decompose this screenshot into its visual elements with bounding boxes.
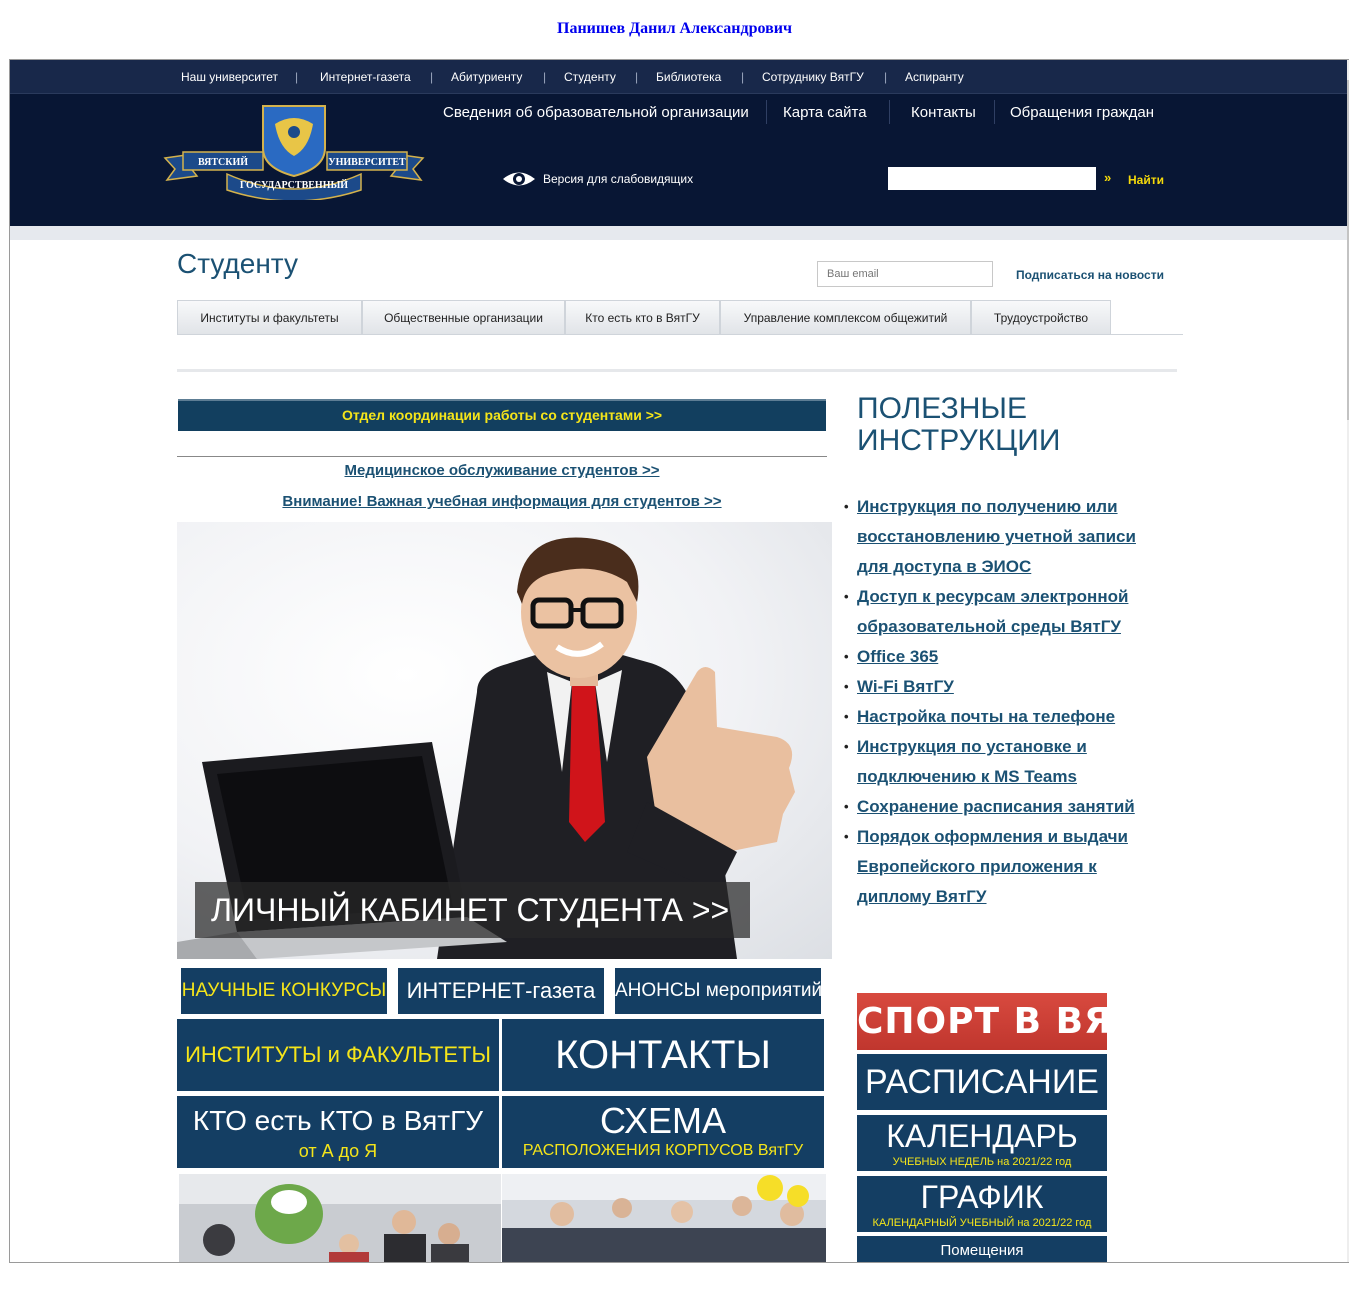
instructions-title-line: ИНСТРУКЦИИ (857, 424, 1061, 457)
tab-employment[interactable]: Трудоустройство (971, 300, 1111, 334)
list-item: Доступ к ресурсам электроннойобразовател… (844, 582, 1167, 642)
tab-dormitories[interactable]: Управление комплексом общежитий (720, 300, 971, 334)
student-account-banner[interactable]: ЛИЧНЫЙ КАБИНЕТ СТУДЕНТА >> (177, 522, 832, 959)
schedule-banner[interactable]: РАСПИСАНИЕ (857, 1054, 1107, 1110)
study-schedule-banner[interactable]: ГРАФИК КАЛЕНДАРНЫЙ УЧЕБНЫЙ на 2021/22 го… (857, 1176, 1107, 1232)
search-arrow-icon: » (1104, 170, 1112, 185)
topnav-separator: | (884, 70, 888, 84)
list-item: Office 365 (844, 642, 1167, 672)
logo-text-vyatsky: ВЯТСКИЙ (198, 156, 248, 168)
logo-text-state: ГОСУДАРСТВЕННЫЙ (240, 179, 348, 191)
section-tabs: Институты и факультеты Общественные орга… (177, 300, 1183, 335)
header-separator (994, 100, 995, 124)
content-divider (177, 369, 1177, 372)
topnav-separator: | (741, 70, 745, 84)
campus-map-title: СХЕМА (600, 1100, 726, 1141)
search-button[interactable]: Найти (1128, 173, 1164, 187)
citizen-appeals-link[interactable]: Обращения граждан (1010, 104, 1154, 121)
ms-teams-link[interactable]: Инструкция по установке и подключению к M… (857, 737, 1087, 786)
topnav-library[interactable]: Библиотека (656, 70, 721, 84)
eye-icon[interactable] (502, 168, 536, 190)
subscribe-link[interactable]: Подписаться на новости (1016, 268, 1164, 282)
logo-text-university: УНИВЕРСИТЕТ (328, 157, 406, 168)
campus-map-tile[interactable]: СХЕМА РАСПОЛОЖЕНИЯ КОРПУСОВ ВятГУ (502, 1096, 824, 1168)
institutes-faculties-tile[interactable]: ИНСТИТУТЫ и ФАКУЛЬТЕТЫ (177, 1019, 499, 1091)
header-separator (766, 100, 767, 124)
topnav-university[interactable]: Наш университет (181, 70, 278, 84)
org-info-link[interactable]: Сведения об образовательной организации (443, 104, 749, 121)
low-vision-link[interactable]: Версия для слабовидящих (543, 172, 693, 186)
header-separator (889, 100, 890, 124)
browser-frame: Наш университет | Интернет-газета | Абит… (9, 59, 1349, 1263)
instructions-title: ПОЛЕЗНЫЕ ИНСТРУКЦИИ (857, 393, 1060, 457)
topnav-employee[interactable]: Сотруднику ВятГУ (762, 70, 864, 84)
search-input[interactable] (888, 167, 1096, 190)
who-is-who-title: КТО есть КТО в ВятГУ (192, 1105, 484, 1136)
important-info-link[interactable]: Внимание! Важная учебная информация для … (177, 493, 827, 510)
email-field[interactable] (817, 261, 993, 287)
contacts-tile[interactable]: КОНТАКТЫ (502, 1019, 824, 1091)
instructions-title-line: ПОЛЕЗНЫЕ (857, 392, 1027, 425)
institutes-faculties-label: ИНСТИТУТЫ и ФАКУЛЬТЕТЫ (185, 1042, 491, 1067)
contacts-link[interactable]: Контакты (911, 104, 976, 121)
study-schedule-banner-subtitle: КАЛЕНДАРНЫЙ УЧЕБНЫЙ на 2021/22 год (872, 1217, 1092, 1229)
wifi-link[interactable]: Wi-Fi ВятГУ (857, 677, 954, 696)
site-header: Наш университет | Интернет-газета | Абит… (10, 60, 1347, 226)
audience-photo[interactable] (502, 1174, 826, 1263)
topnav-newspaper[interactable]: Интернет-газета (320, 70, 411, 84)
events-announcements-tile[interactable]: АНОНСЫ мероприятий (615, 968, 821, 1014)
topnav-postgraduate[interactable]: Аспиранту (905, 70, 964, 84)
diploma-supplement-link[interactable]: Порядок оформления и выдачи Европейского … (857, 827, 1128, 906)
calendar-banner[interactable]: КАЛЕНДАРЬ УЧЕБНЫХ НЕДЕЛЬ на 2021/22 год (857, 1115, 1107, 1171)
coordination-department-banner[interactable]: Отдел координации работы со студентами >… (178, 399, 826, 431)
office365-link[interactable]: Office 365 (857, 647, 938, 666)
rooms-banner[interactable]: Помещения (857, 1236, 1107, 1262)
topnav-separator: | (635, 70, 639, 84)
study-schedule-banner-title: ГРАФИК (920, 1179, 1044, 1215)
sport-banner[interactable]: СПОРТ В ВЯТГУ (857, 993, 1107, 1050)
topnav-separator: | (543, 70, 547, 84)
scientific-contests-tile[interactable]: НАУЧНЫЕ КОНКУРСЫ (181, 968, 387, 1014)
who-is-who-tile[interactable]: КТО есть КТО в ВятГУ от А до Я (177, 1096, 499, 1168)
owner-name: Панишев Данил Александрович (557, 20, 792, 37)
university-logo[interactable]: ВЯТСКИЙ УНИВЕРСИТЕТ ГОСУДАРСТВЕННЫЙ (163, 104, 425, 200)
sitemap-link[interactable]: Карта сайта (783, 104, 867, 121)
list-item: Wi-Fi ВятГУ (844, 672, 1167, 702)
eios-account-link[interactable]: Инструкция по получению или восстановлени… (857, 497, 1136, 576)
phone-mail-setup-link[interactable]: Настройка почты на телефоне (857, 707, 1115, 726)
calendar-banner-subtitle: УЧЕБНЫХ НЕДЕЛЬ на 2021/22 год (892, 1156, 1072, 1168)
topnav-applicant[interactable]: Абитуриенту (451, 70, 522, 84)
list-item: Инструкция по установке иподключению к M… (844, 732, 1167, 792)
tab-organizations[interactable]: Общественные организации (362, 300, 565, 334)
divider-line (177, 456, 827, 457)
top-navigation: Наш университет | Интернет-газета | Абит… (10, 60, 1347, 94)
list-item: Инструкция по получению иливосстановлени… (844, 492, 1167, 582)
save-schedule-link[interactable]: Сохранение расписания занятий (857, 797, 1135, 816)
page-title: Студенту (177, 248, 298, 279)
topnav-student[interactable]: Студенту (564, 70, 616, 84)
header-divider-strip (10, 226, 1347, 240)
calendar-banner-title: КАЛЕНДАРЬ (886, 1118, 1078, 1154)
hero-caption[interactable]: ЛИЧНЫЙ КАБИНЕТ СТУДЕНТА >> (195, 882, 750, 938)
medical-service-link[interactable]: Медицинское обслуживание студентов >> (177, 462, 827, 479)
list-item: Сохранение расписания занятий (844, 792, 1167, 822)
list-item: Порядок оформления и выдачиЕвропейского … (844, 822, 1167, 912)
eios-access-link[interactable]: Доступ к ресурсам электронной образовател… (857, 587, 1128, 636)
internet-newspaper-tile[interactable]: ИНТЕРНЕТ-газета (398, 968, 604, 1014)
campus-map-subtitle: РАСПОЛОЖЕНИЯ КОРПУСОВ ВятГУ (522, 1142, 804, 1159)
topnav-separator: | (430, 70, 434, 84)
topnav-separator: | (295, 70, 299, 84)
contacts-tile-label: КОНТАКТЫ (555, 1033, 771, 1077)
list-item: Настройка почты на телефоне (844, 702, 1167, 732)
who-is-who-subtitle: от А до Я (298, 1141, 378, 1161)
tab-institutes[interactable]: Институты и факультеты (177, 300, 362, 334)
instructions-list: Инструкция по получению иливосстановлени… (844, 492, 1167, 912)
student-event-photo[interactable] (179, 1174, 501, 1263)
tab-who-is-who[interactable]: Кто есть кто в ВятГУ (565, 300, 720, 334)
